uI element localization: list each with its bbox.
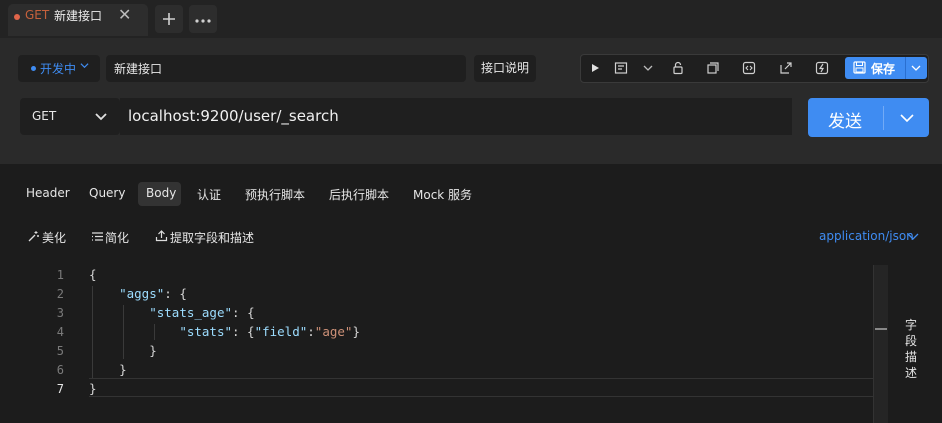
json-key: "aggs": [119, 286, 165, 301]
code-line[interactable]: "aggs": {: [89, 286, 187, 301]
send-label: 发送: [828, 112, 862, 132]
env-status-dot-icon: [31, 66, 36, 71]
code-line[interactable]: "stats_age": {: [89, 305, 254, 320]
tab-header[interactable]: Header: [26, 186, 70, 200]
save-options-chevron-icon[interactable]: [911, 63, 921, 73]
line-number: 5: [56, 344, 64, 358]
field-description-panel-toggle[interactable]: 字段描述: [903, 317, 919, 381]
code-line[interactable]: {: [89, 267, 97, 282]
method-label: GET: [32, 109, 57, 123]
content-type-select[interactable]: application/json: [819, 229, 914, 243]
share-icon[interactable]: [779, 61, 793, 75]
current-line-highlight: [89, 378, 887, 397]
line-number: 6: [56, 363, 64, 377]
preview-icon[interactable]: [614, 61, 628, 75]
tab-mock[interactable]: Mock 服务: [413, 186, 472, 203]
more-tabs-button[interactable]: [189, 5, 217, 33]
upload-icon[interactable]: [155, 229, 168, 242]
simplify-button[interactable]: 简化: [105, 229, 129, 246]
compress-icon[interactable]: [91, 230, 104, 243]
json-string: "age": [314, 324, 353, 339]
extract-fields-button[interactable]: 提取字段和描述: [170, 229, 254, 246]
flash-icon[interactable]: [815, 61, 829, 75]
chevron-down-icon[interactable]: [907, 232, 919, 241]
code-line[interactable]: }: [89, 362, 127, 377]
lock-icon[interactable]: [671, 61, 685, 75]
save-icon: [853, 61, 866, 74]
code-icon[interactable]: [742, 61, 756, 75]
editor-scrollbar[interactable]: [873, 265, 888, 423]
beautify-button[interactable]: 美化: [42, 229, 66, 246]
code-line[interactable]: "stats": {"field":"age"}: [89, 324, 360, 339]
line-number: 2: [56, 287, 64, 301]
json-key: "stats_age": [149, 305, 233, 320]
add-tab-button[interactable]: [155, 5, 183, 33]
line-number: 4: [56, 325, 64, 339]
plus-icon: [163, 13, 175, 25]
env-label: 开发中: [40, 62, 77, 76]
tab-auth[interactable]: 认证: [197, 186, 221, 203]
code-line[interactable]: }: [89, 343, 157, 358]
json-key: "field": [254, 324, 308, 339]
tab-post-script[interactable]: 后执行脚本: [329, 186, 389, 203]
unsaved-dot-icon: [14, 14, 20, 20]
api-doc-button[interactable]: 接口说明: [474, 55, 536, 82]
tab-method: GET: [25, 8, 50, 22]
chevron-down-icon[interactable]: [641, 61, 655, 75]
tab-body[interactable]: Body: [146, 186, 176, 200]
tab-pre-script[interactable]: 预执行脚本: [245, 186, 305, 203]
tab-query[interactable]: Query: [89, 186, 125, 200]
close-tab-icon[interactable]: ✕: [118, 5, 131, 24]
json-key: "stats": [179, 324, 232, 339]
request-name-input[interactable]: [106, 55, 466, 82]
line-number: 1: [56, 268, 64, 282]
line-number: 3: [56, 306, 64, 320]
magic-wand-icon[interactable]: [27, 230, 40, 243]
send-divider: [883, 106, 884, 130]
run-icon[interactable]: [588, 61, 602, 75]
save-divider: [905, 57, 906, 79]
chevron-down-icon: [80, 63, 89, 69]
line-number: 7: [56, 382, 64, 396]
scrollbar-thumb[interactable]: [875, 328, 887, 330]
copy-icon[interactable]: [706, 61, 720, 75]
tab-name: 新建接口: [54, 9, 103, 23]
more-dots-icon: [195, 19, 211, 23]
code-line[interactable]: }: [89, 381, 97, 396]
save-label: 保存: [871, 62, 896, 76]
send-options-chevron-icon[interactable]: [900, 113, 914, 123]
url-text: localhost:9200/user/_search: [128, 107, 339, 125]
chevron-down-icon: [95, 113, 107, 121]
